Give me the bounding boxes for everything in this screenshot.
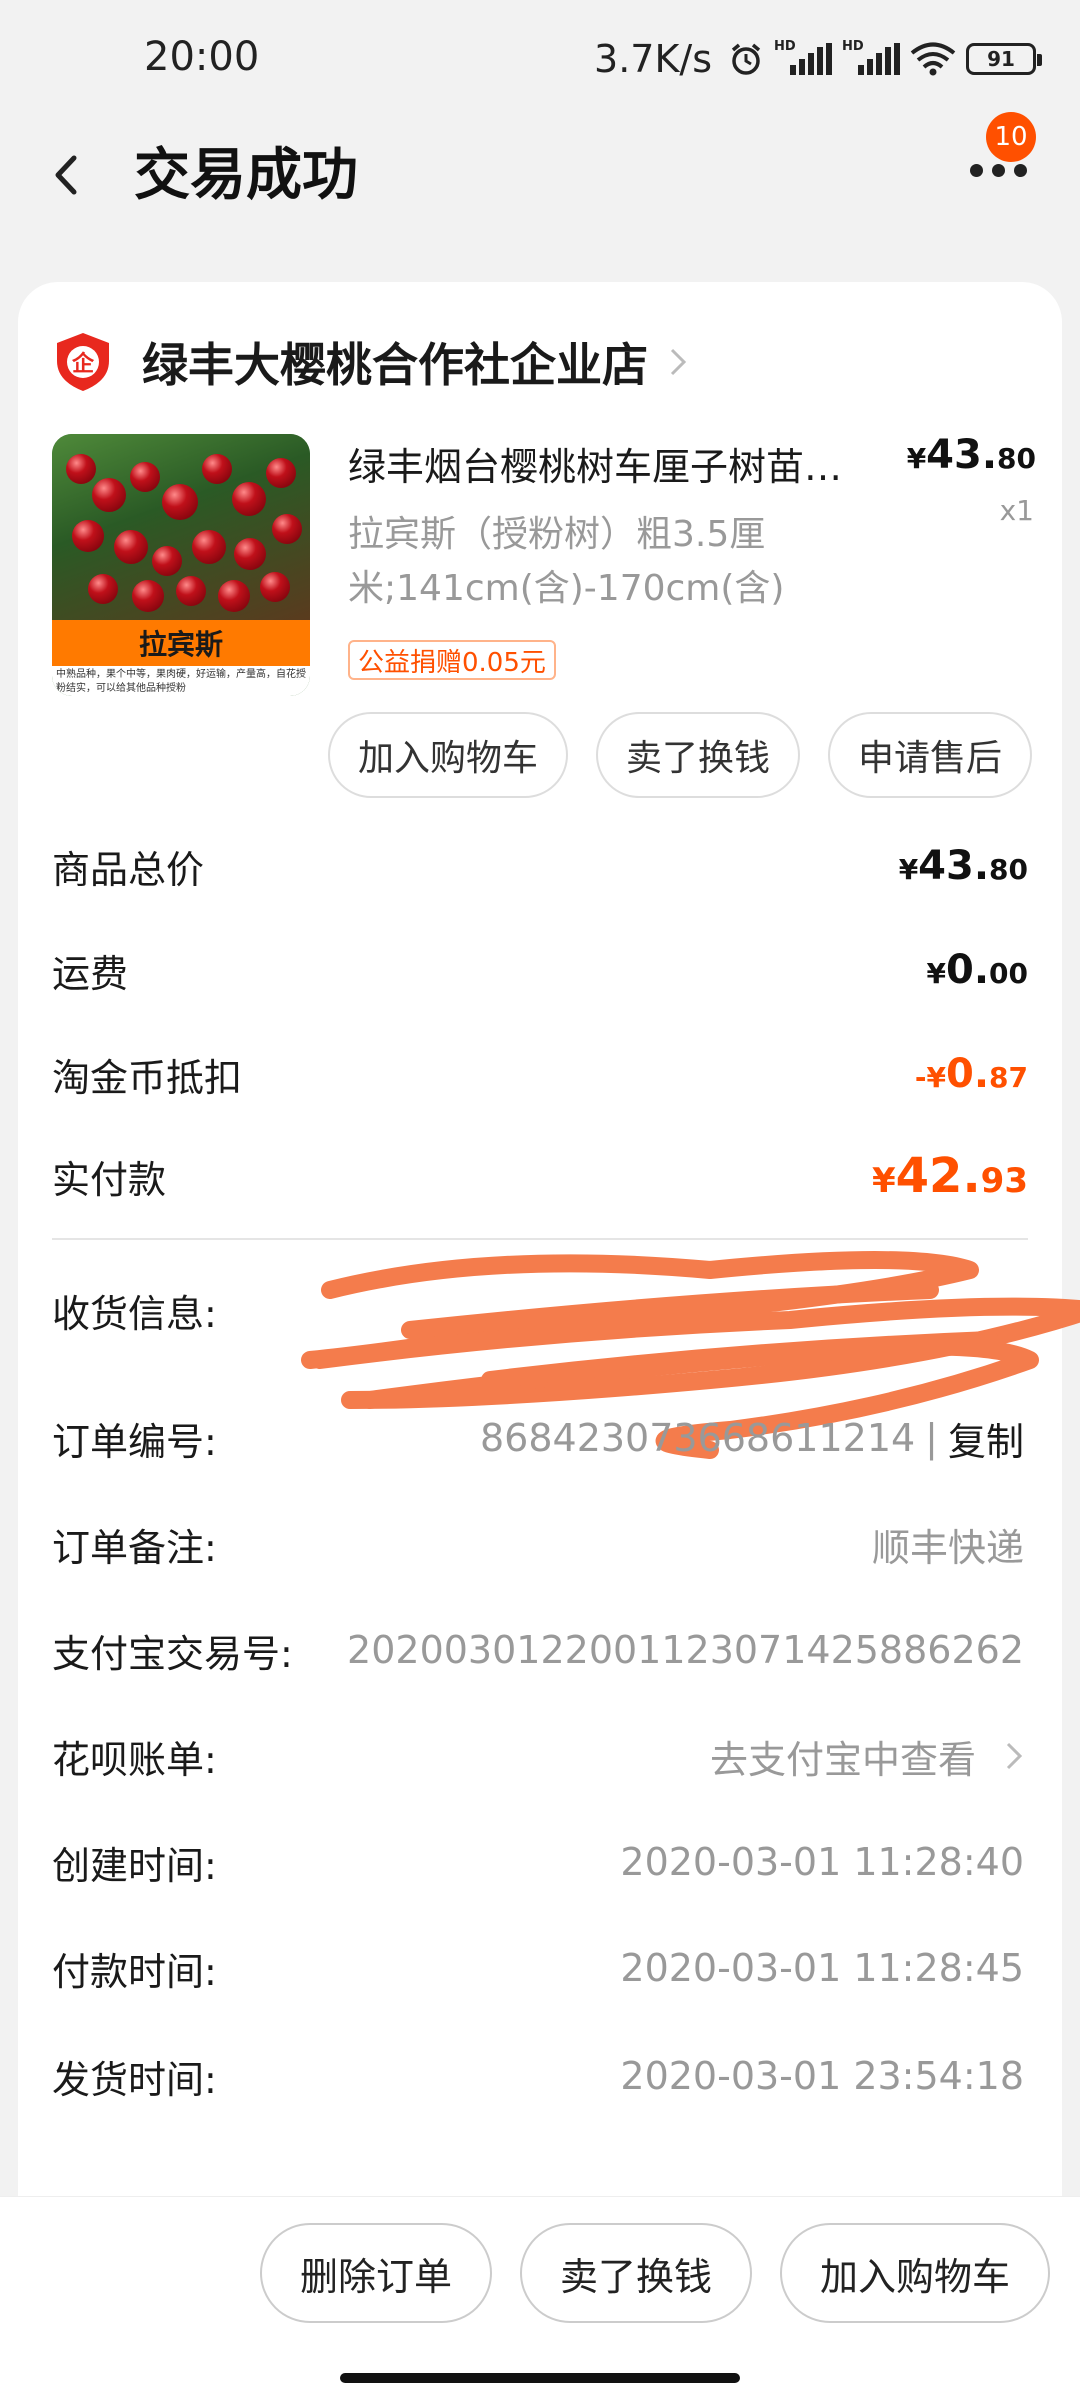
status-bar: 20:00 3.7K/s HD HD 91 (0, 0, 1080, 120)
chevron-right-icon (1006, 1742, 1023, 1770)
notification-badge: 10 (986, 112, 1036, 162)
product-image[interactable]: 拉宾斯 中熟品种，果个中等，果肉硬，好运输，产量高，自花授粉结实，可以给其他品种… (52, 434, 310, 696)
product-spec: 拉宾斯（授粉树）粗3.5厘米;141cm(含)-170cm(含) (348, 514, 785, 609)
dot-icon (991, 163, 1005, 177)
summary-value: -¥0.87 (914, 1051, 1028, 1097)
summary-value: ¥0.00 (926, 947, 1028, 993)
order-note: 顺丰快递 (871, 1525, 1024, 1570)
product-image-label: 拉宾斯 (52, 620, 310, 666)
back-icon[interactable] (48, 148, 88, 202)
add-to-cart-button-bottom[interactable]: 加入购物车 (779, 2223, 1050, 2323)
resell-button-bottom[interactable]: 卖了换钱 (519, 2223, 752, 2323)
product-title[interactable]: 绿丰烟台樱桃树车厘子树苗… (348, 436, 878, 491)
order-number: 868423073668611214 (479, 1416, 916, 1460)
product-image-caption: 中熟品种，果个中等，果肉硬，好运输，产量高，自花授粉结实，可以给其他品种授粉 (52, 666, 310, 696)
chevron-right-icon (670, 348, 687, 376)
copy-button[interactable]: 复制 (948, 1411, 1024, 1466)
order-note-row: 订单备注: 顺丰快递 (52, 1514, 1024, 1574)
paid-time: 2020-03-01 11:28:45 (620, 1946, 1024, 1990)
svg-text:企: 企 (71, 351, 95, 377)
bottom-action-bar: 删除订单 卖了换钱 加入购物车 (0, 2196, 1080, 2400)
summary-row-coin-discount: 淘金币抵扣 -¥0.87 (52, 1051, 1028, 1100)
wifi-icon (910, 42, 956, 76)
page-title: 交易成功 (134, 143, 358, 208)
created-time: 2020-03-01 11:28:40 (620, 1840, 1024, 1884)
shop-name[interactable]: 绿丰大樱桃合作社企业店 (142, 329, 648, 395)
add-to-cart-button[interactable]: 加入购物车 (327, 712, 568, 798)
summary-row-total: 商品总价 ¥43.80 (52, 843, 1028, 892)
huabei-link[interactable]: 去支付宝中查看 (710, 1729, 976, 1784)
shipped-time: 2020-03-01 23:54:18 (620, 2054, 1024, 2098)
shipped-time-row: 发货时间: 2020-03-01 23:54:18 (52, 2054, 1024, 2102)
product-quantity: x1 (999, 494, 1034, 527)
alipay-number: 2020030122001123071425886262 (347, 1628, 1024, 1672)
alarm-icon (731, 43, 761, 75)
order-card: 企 绿丰大樱桃合作社企业店 拉宾斯 中熟品种，果个中等，果肉硬，好运输，产量高，… (18, 282, 1080, 2400)
alipay-number-row: 支付宝交易号: 2020030122001123071425886262 (52, 1628, 1024, 1676)
summary-value: ¥43.80 (898, 843, 1028, 889)
dot-icon (969, 163, 983, 177)
huabei-bill-row[interactable]: 花呗账单: 去支付宝中查看 (52, 1726, 1024, 1786)
resell-button[interactable]: 卖了换钱 (595, 712, 800, 798)
status-time: 20:00 (144, 34, 260, 80)
status-icons: 3.7K/s HD HD 91 (594, 34, 1042, 84)
dot-icon (1013, 163, 1027, 177)
network-speed: 3.7K/s (594, 37, 712, 81)
home-indicator[interactable] (340, 2373, 740, 2383)
enterprise-shop-icon: 企 (57, 333, 109, 391)
copy-separator: | (925, 1416, 938, 1460)
shop-header[interactable]: 企 绿丰大樱桃合作社企业店 (54, 322, 690, 402)
delete-order-button[interactable]: 删除订单 (259, 2223, 492, 2323)
summary-row-paid: 实付款 ¥42.93 (52, 1148, 1028, 1204)
battery-icon: 91 (966, 43, 1042, 75)
charity-tag: 公益捐赠0.05元 (348, 640, 556, 680)
signal-hd-icon: HD (842, 39, 900, 75)
summary-value-paid: ¥42.93 (871, 1148, 1028, 1204)
cherry-photo (52, 434, 310, 624)
summary-row-shipping: 运费 ¥0.00 (52, 947, 1028, 996)
paid-time-row: 付款时间: 2020-03-01 11:28:45 (52, 1946, 1024, 1994)
after-sale-button[interactable]: 申请售后 (827, 712, 1032, 798)
created-time-row: 创建时间: 2020-03-01 11:28:40 (52, 1840, 1024, 1888)
order-number-row: 订单编号: 868423073668611214 | 复制 (52, 1408, 1024, 1468)
product-price: ¥43.80 (906, 432, 1036, 478)
product-actions: 加入购物车 卖了换钱 申请售后 (327, 712, 1032, 798)
signal-hd-icon: HD (774, 39, 832, 75)
